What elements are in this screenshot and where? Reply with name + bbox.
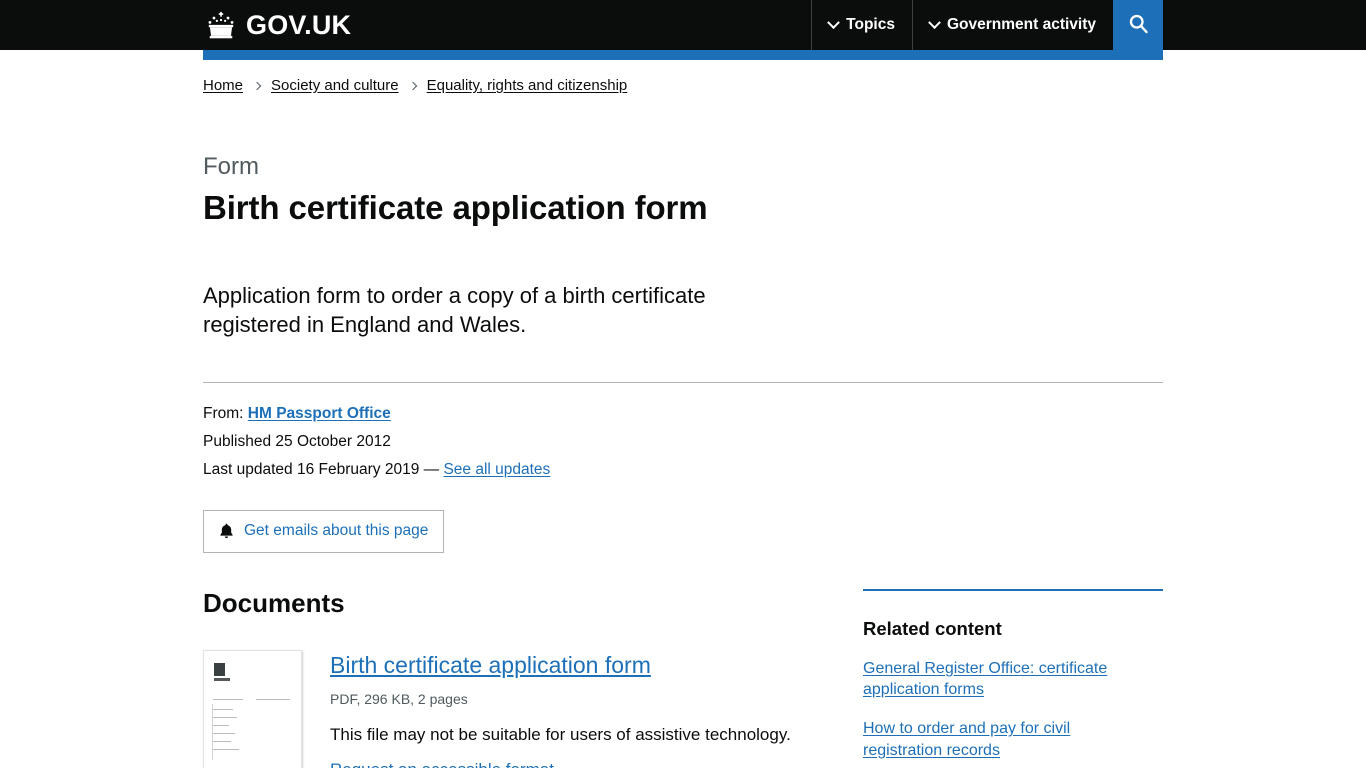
govuk-logo-text: GOV.UK [246,9,352,40]
document-details: Birth certificate application form PDF, … [330,650,791,768]
govuk-logo-link[interactable]: GOV.UK [203,10,351,40]
document-type-label: Form [203,152,259,180]
document-title-link[interactable]: Birth certificate application form [330,652,651,680]
related-content-title: Related content [863,617,1002,639]
nav-item-government-activity[interactable]: Government activity [911,0,1113,50]
site-header: GOV.UK Topics Government activity [0,0,1366,50]
chevron-down-icon [827,15,841,29]
metadata-published-label: Published [203,432,272,450]
header-navigation: Topics Government activity [811,0,1163,50]
metadata-published-date: 25 October 2012 [275,432,391,450]
chevron-right-icon [252,81,262,90]
page-container: Home Society and culture Equality, right… [203,60,1163,768]
related-content-section: Related content General Register Office:… [863,588,1163,762]
sidebar: Related content General Register Office:… [863,588,1163,768]
bell-icon [219,523,234,540]
page-description: Application form to order a copy of a bi… [203,282,706,338]
related-link-0[interactable]: General Register Office: certificate app… [863,658,1153,701]
metadata-dash: — [423,460,440,478]
document-accessibility-note: This file may not be suitable for users … [330,725,791,745]
breadcrumb: Home Society and culture Equality, right… [203,60,1163,96]
document-file-meta: PDF, 296 KB, 2 pages [330,691,468,708]
documents-section-title: Documents [203,587,345,618]
breadcrumb-item-equality-rights-and-citizenship[interactable]: Equality, rights and citizenship [427,76,628,96]
see-all-updates-link[interactable]: See all updates [443,461,550,478]
metadata-updated-row: Last updated 16 February 2019 — See all … [203,456,1163,484]
get-emails-button[interactable]: Get emails about this page [203,510,445,553]
document-attachment: Birth certificate application form PDF, … [203,649,863,768]
metadata-last-updated-label: Last updated [203,460,293,478]
page-title: Birth certificate application form [203,188,708,226]
breadcrumb-item-society-and-culture[interactable]: Society and culture [271,76,399,96]
nav-item-government-activity-label: Government activity [946,16,1096,33]
pdf-thumbnail[interactable] [203,649,302,768]
breadcrumb-item-home[interactable]: Home [203,76,243,96]
title-block: Form Birth certificate application form … [203,96,1163,340]
related-link-1[interactable]: How to order and pay for civil registrat… [863,718,1153,761]
nav-item-topics[interactable]: Topics [811,0,912,50]
header-accent-bar [203,50,1163,60]
metadata-last-updated-date: 16 February 2019 [296,460,420,478]
chevron-down-icon [928,15,941,29]
publication-metadata: From: HM Passport Office Published 25 Oc… [203,383,1163,483]
chevron-right-icon [408,81,417,90]
metadata-from-label: From: [203,405,244,423]
metadata-published-row: Published 25 October 2012 [203,428,1163,456]
header-inner: GOV.UK Topics Government activity [203,0,1163,50]
nav-item-topics-label: Topics [846,16,895,33]
crown-icon [203,10,239,40]
request-accessible-format-link[interactable]: Request an accessible format. [330,760,559,768]
search-button[interactable] [1113,0,1163,50]
content-columns: Documents Birth certificate application … [203,587,1163,768]
metadata-from-organisation-link[interactable]: HM Passport Office [248,405,391,422]
get-emails-button-label: Get emails about this page [244,522,429,540]
metadata-from-row: From: HM Passport Office [203,400,1163,428]
search-icon [1128,13,1149,37]
main-column: Documents Birth certificate application … [203,587,863,768]
